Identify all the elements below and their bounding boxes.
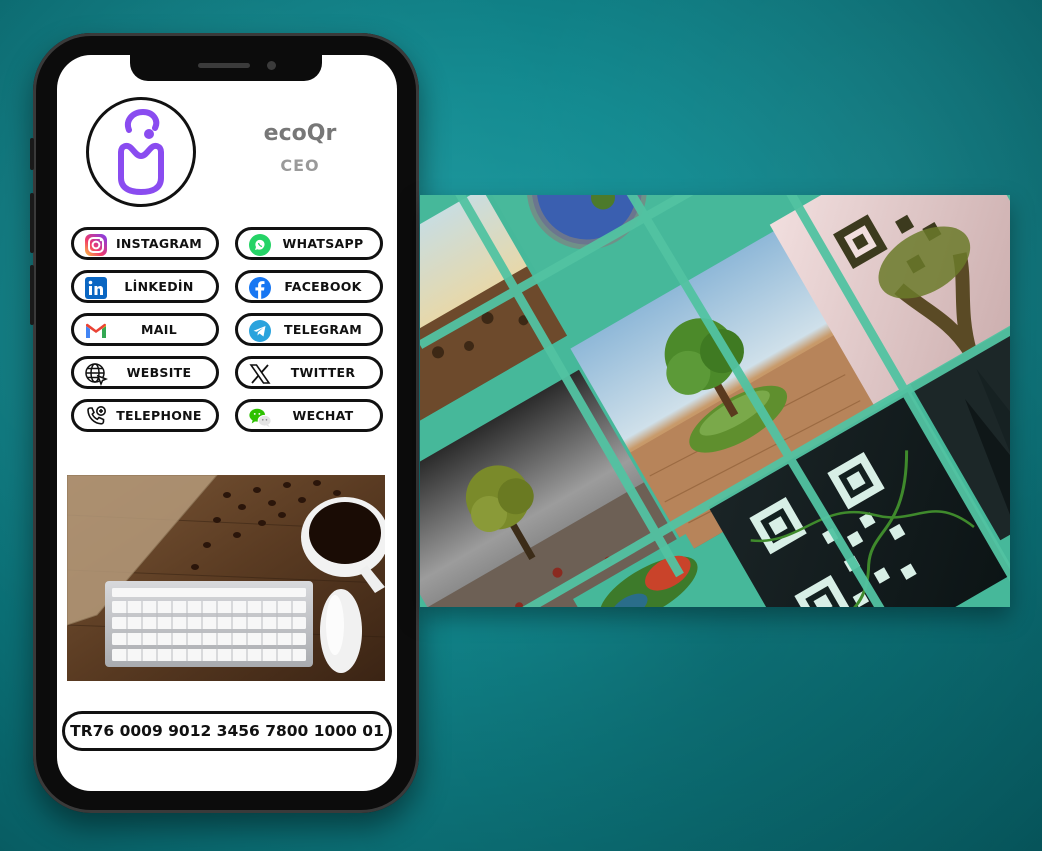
social-links-grid: INSTAGRAM WHATSAPP LİNKEDİN FACEBOOK MAI… [71,227,383,432]
side-button [30,265,34,325]
profile-role: CEO [280,156,320,175]
desk-illustration [67,475,385,681]
side-button [30,193,34,253]
mail-button[interactable]: MAIL [71,313,219,346]
linkedin-icon [84,276,108,300]
whatsapp-icon [248,233,272,257]
facebook-button[interactable]: FACEBOOK [235,270,383,303]
website-button[interactable]: WEBSITE [71,356,219,389]
phone-mockup: ecoQr CEO INSTAGRAM WHATSAPP LİNKEDİN FA… [30,33,419,813]
desk-photo [67,475,385,681]
telephone-button[interactable]: TELEPHONE [71,399,219,432]
telegram-icon [248,319,272,343]
whatsapp-button[interactable]: WHATSAPP [235,227,383,260]
phone-notch [130,55,322,81]
instagram-button[interactable]: INSTAGRAM [71,227,219,260]
phone-icon [84,405,108,429]
collage-illustration [420,195,1010,607]
front-camera [267,61,276,70]
x-icon [248,362,272,386]
telegram-button[interactable]: TELEGRAM [235,313,383,346]
wechat-button[interactable]: WECHAT [235,399,383,432]
linkedin-button[interactable]: LİNKEDİN [71,270,219,303]
instagram-icon [84,233,108,257]
wechat-icon [248,405,272,429]
facebook-icon [248,276,272,300]
mail-icon [84,319,108,343]
twitter-button[interactable]: TWITTER [235,356,383,389]
phone-screen: ecoQr CEO INSTAGRAM WHATSAPP LİNKEDİN FA… [57,55,397,791]
side-button [30,138,34,170]
speaker [198,63,250,68]
eco-collage-image [420,195,1010,607]
iban-field[interactable]: TR76 0009 9012 3456 7800 1000 01 [62,711,392,751]
globe-icon [84,362,108,386]
profile-name: ecoQr [263,121,337,146]
avatar[interactable] [86,97,196,207]
person-logo-icon [118,108,164,195]
